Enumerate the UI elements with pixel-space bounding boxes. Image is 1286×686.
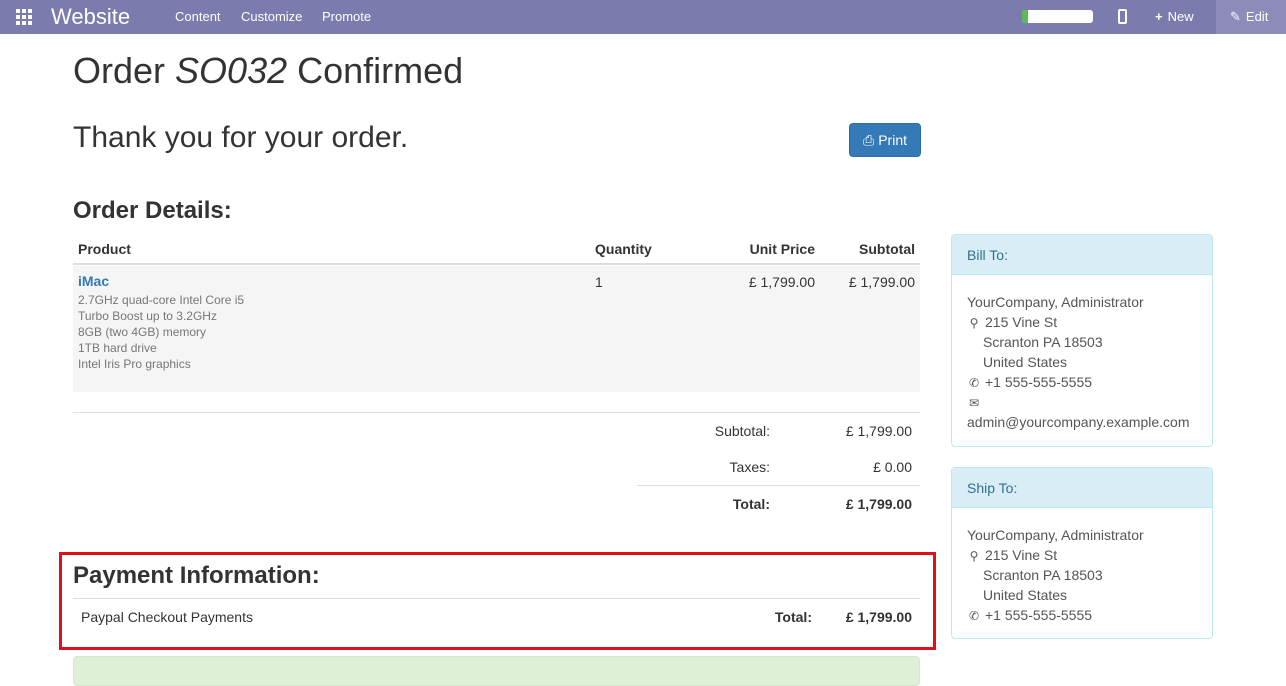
print-button[interactable]: ⎙ Print [849,123,921,157]
bill-to-name: YourCompany, Administrator [967,294,1144,310]
payment-total-label: Total: [774,609,812,625]
description-line: Turbo Boost up to 3.2GHz [78,309,217,323]
progress-bar [1022,10,1093,23]
table-row: iMac 2.7GHz quad-core Intel Core i5 Turb… [73,266,920,392]
bill-to-heading: Bill To: [952,235,1212,275]
divider [73,412,920,413]
menu-customize[interactable]: Customize [241,9,302,24]
description-line: 1TB hard drive [78,341,157,355]
bill-to-street: 215 Vine St [985,314,1058,330]
divider [637,485,920,486]
ship-to-street: 215 Vine St [985,547,1058,563]
description-line: Intel Iris Pro graphics [78,357,191,371]
menu-promote[interactable]: Promote [322,9,371,24]
ship-to-panel: Ship To: YourCompany, Administrator ⚲ 215… [951,467,1213,639]
new-button[interactable]: + New [1155,9,1194,24]
order-details-heading: Order Details: [73,197,232,224]
ship-to-name: YourCompany, Administrator [967,527,1144,543]
progress-fill [1022,10,1028,23]
pencil-icon: ✎ [1230,9,1241,24]
bill-to-phone: +1 555-555-5555 [985,374,1093,390]
envelope-icon: ✉ [968,396,980,410]
taxes-label: Taxes: [729,459,770,475]
phone-icon: ✆ [968,376,980,390]
printer-icon: ⎙ [863,132,875,148]
ship-to-phone: +1 555-555-5555 [985,607,1093,623]
col-subtotal: Subtotal [859,241,915,257]
payment-total-value: £ 1,799.00 [845,609,912,625]
ship-to-country: United States [983,587,1068,603]
bill-to-email: admin@yourcompany.example.com [967,414,1190,430]
success-alert [73,656,920,686]
top-navbar: Website Content Customize Promote + New ✎… [0,0,1286,34]
product-link[interactable]: iMac [78,273,109,289]
taxes-value: £ 0.00 [873,459,912,475]
page-title: Order SO032 Confirmed [73,50,463,92]
divider [73,598,920,599]
phone-icon: ✆ [968,609,980,623]
col-quantity: Quantity [595,241,652,257]
order-number: SO032 [175,50,288,91]
new-label: New [1167,9,1194,24]
line-subtotal: £ 1,799.00 [848,274,915,290]
line-unit-price: £ 1,799.00 [748,274,815,290]
thank-you-message: Thank you for your order. [73,121,409,154]
menu-content[interactable]: Content [175,9,221,24]
product-description: 2.7GHz quad-core Intel Core i5 Turbo Boo… [78,292,244,372]
total-label: Total: [732,496,770,512]
description-line: 8GB (two 4GB) memory [78,325,207,339]
map-marker-icon: ⚲ [969,316,979,330]
col-unit-price: Unit Price [749,241,815,257]
bill-to-city: Scranton PA 18503 [983,334,1103,350]
subtotal-value: £ 1,799.00 [845,423,912,439]
subtotal-label: Subtotal: [714,423,770,439]
edit-label: Edit [1245,9,1269,24]
title-suffix: Confirmed [287,50,464,91]
app-brand[interactable]: Website [51,4,130,30]
ship-to-city: Scranton PA 18503 [983,567,1103,583]
payment-heading: Payment Information: [73,562,320,589]
apps-grid-icon[interactable] [16,9,33,25]
print-label: Print [878,132,907,148]
order-table-header: Product Quantity Unit Price Subtotal [73,233,920,265]
edit-button[interactable]: ✎ Edit [1216,0,1286,34]
mobile-preview-icon[interactable] [1118,9,1127,24]
map-marker-icon: ⚲ [969,549,979,563]
total-value: £ 1,799.00 [845,496,912,512]
payment-method: Paypal Checkout Payments [81,609,253,625]
bill-to-country: United States [983,354,1068,370]
title-prefix: Order [73,50,176,91]
col-product: Product [78,241,131,257]
plus-icon: + [1155,9,1163,24]
description-line: 2.7GHz quad-core Intel Core i5 [78,293,245,307]
ship-to-heading: Ship To: [952,468,1212,508]
bill-to-panel: Bill To: YourCompany, Administrator ⚲ 215… [951,234,1213,447]
line-quantity: 1 [595,274,603,290]
